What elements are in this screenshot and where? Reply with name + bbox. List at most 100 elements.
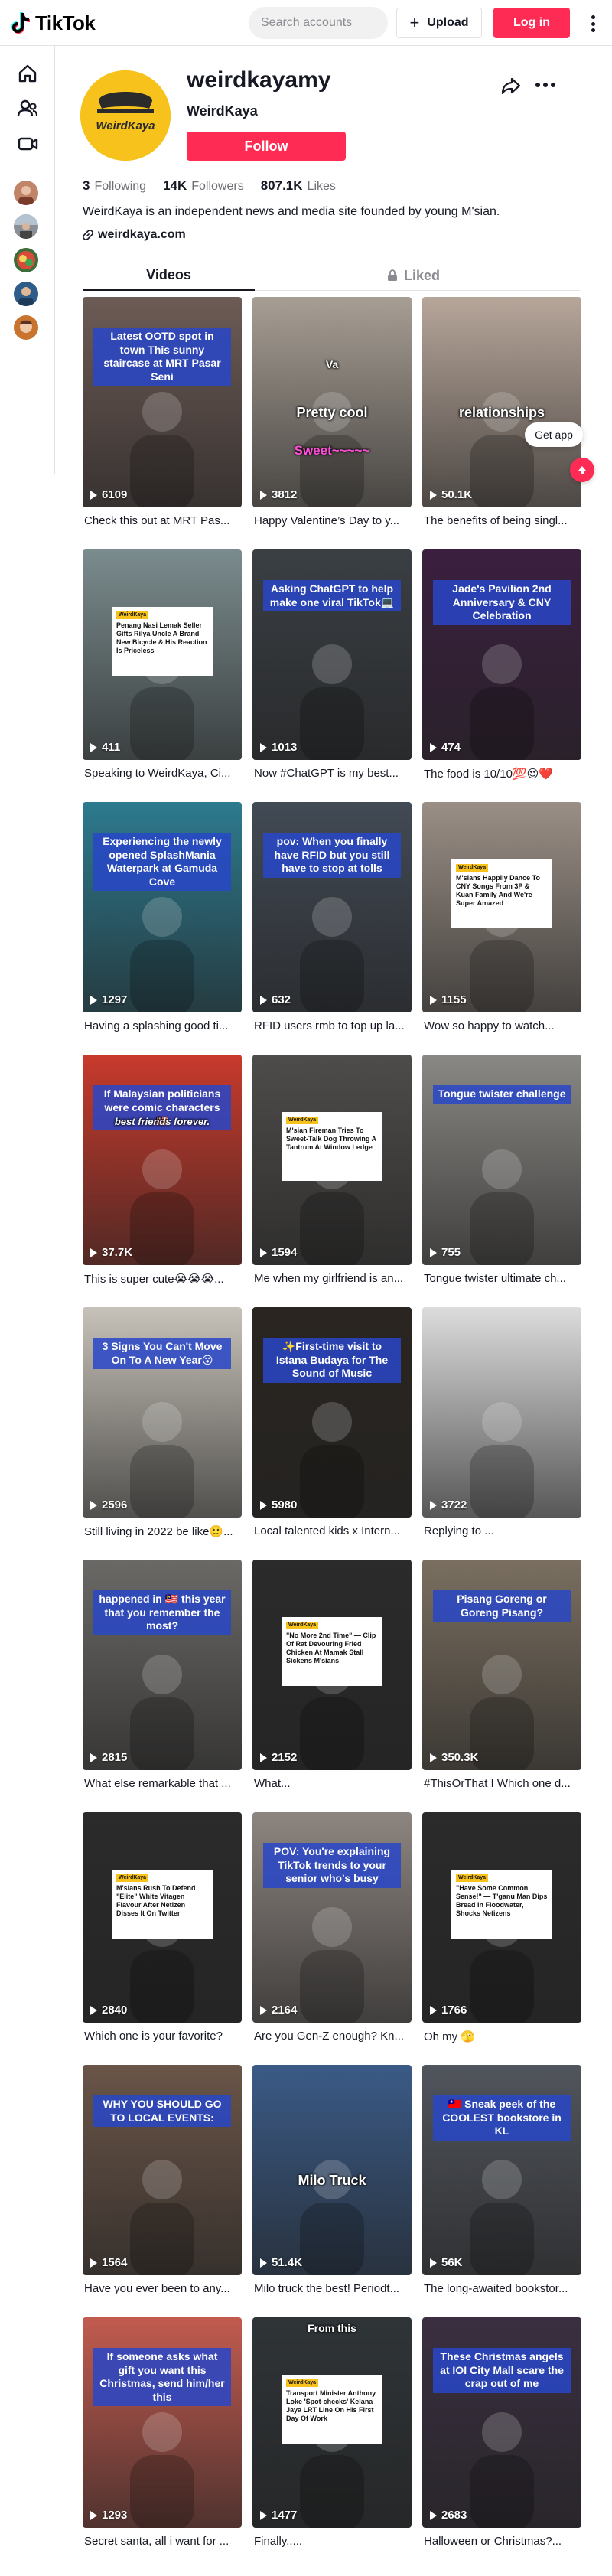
- video-thumbnail[interactable]: From this WeirdKaya Transport Minister Ant…: [252, 2317, 412, 2528]
- video-thumbnail[interactable]: happened in 🇲🇾 this year that you rememb…: [83, 1560, 242, 1770]
- video-caption[interactable]: Me when my girlfriend is an...: [254, 1272, 412, 1285]
- video-card[interactable]: Asking ChatGPT to help make one viral Ti…: [252, 549, 412, 787]
- video-card[interactable]: happened in 🇲🇾 this year that you rememb…: [83, 1560, 242, 1797]
- video-caption[interactable]: Have you ever been to any...: [84, 2282, 242, 2295]
- video-caption[interactable]: Speaking to WeirdKaya, Ci...: [84, 767, 242, 780]
- video-thumbnail[interactable]: If someone asks what gift you want this …: [83, 2317, 242, 2528]
- live-icon[interactable]: [17, 133, 38, 155]
- follow-button[interactable]: Follow: [187, 132, 346, 161]
- video-caption[interactable]: The benefits of being singl...: [424, 514, 581, 527]
- video-caption[interactable]: Milo truck the best! Periodt...: [254, 2282, 412, 2295]
- video-caption[interactable]: Wow so happy to watch...: [424, 1019, 581, 1032]
- video-thumbnail[interactable]: WeirdKaya M'sians Rush To Defend "Elite" …: [83, 1812, 242, 2023]
- profile-link[interactable]: weirdkaya.com: [83, 228, 186, 242]
- video-card[interactable]: Latest OOTD spot in town This sunny stai…: [83, 297, 242, 534]
- video-caption[interactable]: Still living in 2022 be like🙂...: [84, 1524, 242, 1538]
- video-card[interactable]: Pretty cool Va Sweet~~~~~ 3812 Happy Valenti…: [252, 297, 412, 534]
- following-stat[interactable]: 3 Following: [83, 178, 146, 194]
- video-thumbnail[interactable]: Pretty cool Va Sweet~~~~~ 3812: [252, 297, 412, 507]
- video-thumbnail[interactable]: WeirdKaya M'sians Happily Dance To CNY So…: [422, 802, 581, 1012]
- video-thumbnail[interactable]: 3722: [422, 1307, 581, 1518]
- video-thumbnail[interactable]: WeirdKaya "Have Some Common Sense!" — T'g…: [422, 1812, 581, 2023]
- video-caption[interactable]: Secret santa, all i want for ...: [84, 2535, 242, 2548]
- scroll-top-button[interactable]: [570, 458, 594, 482]
- video-caption[interactable]: Having a splashing good ti...: [84, 1019, 242, 1032]
- video-thumbnail[interactable]: Latest OOTD spot in town This sunny stai…: [83, 297, 242, 507]
- login-button[interactable]: Log in: [493, 8, 570, 38]
- video-caption[interactable]: Are you Gen-Z enough? Kn...: [254, 2030, 412, 2043]
- video-caption[interactable]: What...: [254, 1777, 412, 1790]
- video-card[interactable]: 3 Signs You Can't Move On To A New Year😮…: [83, 1307, 242, 1544]
- video-card[interactable]: WeirdKaya M'sian Fireman Tries To Sweet-T…: [252, 1055, 412, 1292]
- video-card[interactable]: WeirdKaya "No More 2nd Time" — Clip Of Ra…: [252, 1560, 412, 1797]
- video-card[interactable]: WeirdKaya M'sians Rush To Defend "Elite" …: [83, 1812, 242, 2049]
- avatar[interactable]: [14, 214, 38, 239]
- video-card[interactable]: relationships 50.1K The benefits of being …: [422, 297, 581, 534]
- video-thumbnail[interactable]: Tongue twister challenge 755: [422, 1055, 581, 1265]
- video-card[interactable]: Milo Truck 51.4K Milo truck the best! Peri…: [252, 2065, 412, 2302]
- tab-videos[interactable]: Videos: [83, 260, 255, 291]
- video-thumbnail[interactable]: Experiencing the newly opened SplashMani…: [83, 802, 242, 1012]
- video-thumbnail[interactable]: 3 Signs You Can't Move On To A New Year😮…: [83, 1307, 242, 1518]
- upload-button[interactable]: + Upload: [396, 8, 482, 38]
- avatar[interactable]: [14, 248, 38, 272]
- video-card[interactable]: These Christmas angels at IOI City Mall …: [422, 2317, 581, 2555]
- video-card[interactable]: pov: When you finally have RFID but you …: [252, 802, 412, 1039]
- avatar[interactable]: [14, 282, 38, 306]
- search-input[interactable]: [261, 16, 376, 30]
- video-card[interactable]: Experiencing the newly opened SplashMani…: [83, 802, 242, 1039]
- video-caption[interactable]: #ThisOrThat I Which one d...: [424, 1777, 581, 1790]
- more-icon[interactable]: [536, 83, 555, 89]
- video-thumbnail[interactable]: These Christmas angels at IOI City Mall …: [422, 2317, 581, 2528]
- video-card[interactable]: Jade's Pavilion 2nd Anniversary & CNY Ce…: [422, 549, 581, 787]
- video-thumbnail[interactable]: If Malaysian politicians were comic char…: [83, 1055, 242, 1265]
- video-thumbnail[interactable]: ✨First-time visit to Istana Budaya for T…: [252, 1307, 412, 1518]
- video-card[interactable]: 🇹🇼 Sneak peek of the COOLEST bookstore i…: [422, 2065, 581, 2302]
- video-caption[interactable]: Happy Valentine’s Day to y...: [254, 514, 412, 527]
- tab-liked[interactable]: Liked: [327, 260, 500, 291]
- share-icon[interactable]: [501, 77, 521, 95]
- avatar[interactable]: [14, 315, 38, 340]
- video-caption[interactable]: Local talented kids x Intern...: [254, 1524, 412, 1537]
- video-caption[interactable]: Which one is your favorite?: [84, 2030, 242, 2043]
- video-card[interactable]: Tongue twister challenge 755 Tongue twiste…: [422, 1055, 581, 1292]
- video-caption[interactable]: RFID users rmb to top up la...: [254, 1019, 412, 1032]
- video-thumbnail[interactable]: WHY YOU SHOULD GO TO LOCAL EVENTS: 1564: [83, 2065, 242, 2275]
- video-card[interactable]: POV: You're explaining TikTok trends to …: [252, 1812, 412, 2049]
- search-bar[interactable]: [249, 7, 388, 39]
- following-icon[interactable]: [17, 98, 38, 119]
- video-card[interactable]: If someone asks what gift you want this …: [83, 2317, 242, 2555]
- video-caption[interactable]: What else remarkable that ...: [84, 1777, 242, 1790]
- video-caption[interactable]: Check this out at MRT Pas...: [84, 514, 242, 527]
- video-caption[interactable]: Tongue twister ultimate ch...: [424, 1272, 581, 1285]
- avatar[interactable]: [14, 181, 38, 205]
- video-thumbnail[interactable]: WeirdKaya "No More 2nd Time" — Clip Of Ra…: [252, 1560, 412, 1770]
- video-card[interactable]: WeirdKaya M'sians Happily Dance To CNY So…: [422, 802, 581, 1039]
- video-thumbnail[interactable]: 🇹🇼 Sneak peek of the COOLEST bookstore i…: [422, 2065, 581, 2275]
- video-thumbnail[interactable]: WeirdKaya M'sian Fireman Tries To Sweet-T…: [252, 1055, 412, 1265]
- video-card[interactable]: WeirdKaya Penang Nasi Lemak Seller Gifts …: [83, 549, 242, 787]
- video-card[interactable]: From this WeirdKaya Transport Minister Ant…: [252, 2317, 412, 2555]
- video-thumbnail[interactable]: POV: You're explaining TikTok trends to …: [252, 1812, 412, 2023]
- video-caption[interactable]: Replying to ...: [424, 1524, 581, 1537]
- followers-stat[interactable]: 14K Followers: [163, 178, 244, 194]
- home-icon[interactable]: [17, 63, 38, 84]
- video-thumbnail[interactable]: Milo Truck 51.4K: [252, 2065, 412, 2275]
- video-card[interactable]: ✨First-time visit to Istana Budaya for T…: [252, 1307, 412, 1544]
- video-caption[interactable]: The food is 10/10💯😍❤️: [424, 767, 581, 781]
- video-card[interactable]: Pisang Goreng or Goreng Pisang? 350.3K #Th…: [422, 1560, 581, 1797]
- more-options-icon[interactable]: [588, 14, 598, 34]
- video-thumbnail[interactable]: WeirdKaya Penang Nasi Lemak Seller Gifts …: [83, 549, 242, 760]
- video-caption[interactable]: Now #ChatGPT is my best...: [254, 767, 412, 780]
- video-caption[interactable]: Halloween or Christmas?...: [424, 2535, 581, 2548]
- video-thumbnail[interactable]: relationships 50.1K: [422, 297, 581, 507]
- video-thumbnail[interactable]: Asking ChatGPT to help make one viral Ti…: [252, 549, 412, 760]
- video-card[interactable]: 3722 Replying to ...: [422, 1307, 581, 1544]
- video-thumbnail[interactable]: pov: When you finally have RFID but you …: [252, 802, 412, 1012]
- video-caption[interactable]: Oh my 🫣: [424, 2030, 581, 2043]
- video-card[interactable]: If Malaysian politicians were comic char…: [83, 1055, 242, 1292]
- video-caption[interactable]: This is super cute😭😭😭...: [84, 1272, 242, 1286]
- video-thumbnail[interactable]: Jade's Pavilion 2nd Anniversary & CNY Ce…: [422, 549, 581, 760]
- video-thumbnail[interactable]: Pisang Goreng or Goreng Pisang? 350.3K: [422, 1560, 581, 1770]
- get-app-button[interactable]: Get app: [525, 422, 583, 447]
